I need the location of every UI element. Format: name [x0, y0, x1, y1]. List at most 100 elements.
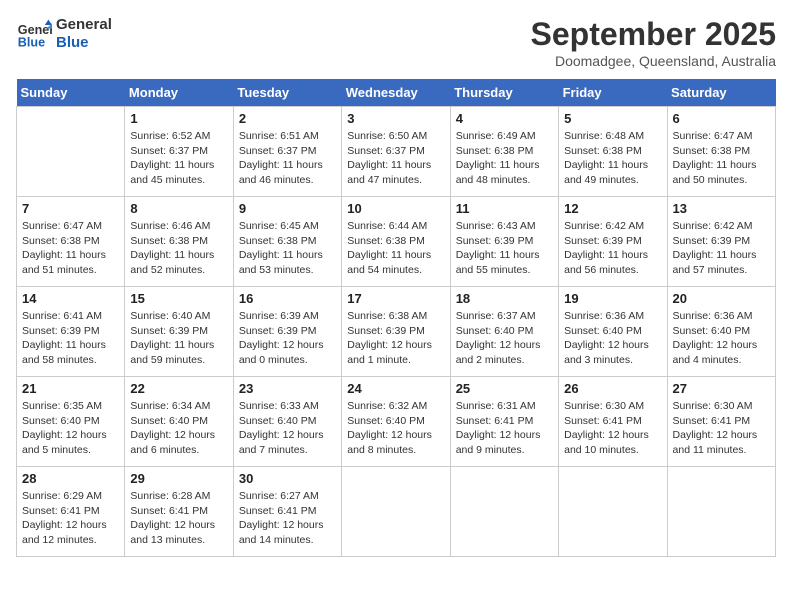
day-number: 2	[239, 111, 336, 126]
cell-info: Sunrise: 6:32 AM Sunset: 6:40 PM Dayligh…	[347, 399, 444, 458]
day-number: 26	[564, 381, 661, 396]
cell-info: Sunrise: 6:51 AM Sunset: 6:37 PM Dayligh…	[239, 129, 336, 188]
calendar-cell: 25 Sunrise: 6:31 AM Sunset: 6:41 PM Dayli…	[450, 377, 558, 467]
location-title: Doomadgee, Queensland, Australia	[531, 53, 776, 69]
day-number: 6	[673, 111, 770, 126]
calendar-cell: 21Sunrise: 6:35 AM Sunset: 6:40 PM Dayli…	[17, 377, 125, 467]
calendar-cell: 3 Sunrise: 6:50 AM Sunset: 6:37 PM Daylig…	[342, 107, 450, 197]
calendar-cell: 14Sunrise: 6:41 AM Sunset: 6:39 PM Dayli…	[17, 287, 125, 377]
cell-info: Sunrise: 6:44 AM Sunset: 6:38 PM Dayligh…	[347, 219, 444, 278]
day-number: 11	[456, 201, 553, 216]
day-number: 27	[673, 381, 770, 396]
day-number: 23	[239, 381, 336, 396]
calendar-cell: 1 Sunrise: 6:52 AM Sunset: 6:37 PM Daylig…	[125, 107, 233, 197]
day-number: 12	[564, 201, 661, 216]
cell-info: Sunrise: 6:47 AM Sunset: 6:38 PM Dayligh…	[22, 219, 119, 278]
day-number: 1	[130, 111, 227, 126]
calendar-week-row: 1 Sunrise: 6:52 AM Sunset: 6:37 PM Daylig…	[17, 107, 776, 197]
calendar-cell: 17 Sunrise: 6:38 AM Sunset: 6:39 PM Dayli…	[342, 287, 450, 377]
cell-info: Sunrise: 6:29 AM Sunset: 6:41 PM Dayligh…	[22, 489, 119, 548]
col-header-thursday: Thursday	[450, 79, 558, 107]
cell-info: Sunrise: 6:33 AM Sunset: 6:40 PM Dayligh…	[239, 399, 336, 458]
calendar-cell: 19 Sunrise: 6:36 AM Sunset: 6:40 PM Dayli…	[559, 287, 667, 377]
calendar-cell	[667, 467, 775, 557]
cell-info: Sunrise: 6:34 AM Sunset: 6:40 PM Dayligh…	[130, 399, 227, 458]
day-number: 5	[564, 111, 661, 126]
calendar-cell: 20Sunrise: 6:36 AM Sunset: 6:40 PM Dayli…	[667, 287, 775, 377]
calendar-cell: 13Sunrise: 6:42 AM Sunset: 6:39 PM Dayli…	[667, 197, 775, 287]
logo-general: General	[56, 16, 112, 34]
cell-info: Sunrise: 6:47 AM Sunset: 6:38 PM Dayligh…	[673, 129, 770, 188]
calendar-cell	[450, 467, 558, 557]
day-number: 3	[347, 111, 444, 126]
calendar-cell	[17, 107, 125, 197]
cell-info: Sunrise: 6:49 AM Sunset: 6:38 PM Dayligh…	[456, 129, 553, 188]
title-area: September 2025 Doomadgee, Queensland, Au…	[531, 16, 776, 69]
logo-icon: General Blue	[16, 16, 52, 52]
cell-info: Sunrise: 6:40 AM Sunset: 6:39 PM Dayligh…	[130, 309, 227, 368]
calendar-cell: 7 Sunrise: 6:47 AM Sunset: 6:38 PM Daylig…	[17, 197, 125, 287]
calendar-cell: 26 Sunrise: 6:30 AM Sunset: 6:41 PM Dayli…	[559, 377, 667, 467]
calendar-cell: 9Sunrise: 6:45 AM Sunset: 6:38 PM Daylig…	[233, 197, 341, 287]
calendar-cell: 28Sunrise: 6:29 AM Sunset: 6:41 PM Dayli…	[17, 467, 125, 557]
day-number: 8	[130, 201, 227, 216]
cell-info: Sunrise: 6:35 AM Sunset: 6:40 PM Dayligh…	[22, 399, 119, 458]
day-number: 13	[673, 201, 770, 216]
cell-info: Sunrise: 6:38 AM Sunset: 6:39 PM Dayligh…	[347, 309, 444, 368]
calendar-cell: 12 Sunrise: 6:42 AM Sunset: 6:39 PM Dayli…	[559, 197, 667, 287]
calendar-cell: 5Sunrise: 6:48 AM Sunset: 6:38 PM Daylig…	[559, 107, 667, 197]
cell-info: Sunrise: 6:52 AM Sunset: 6:37 PM Dayligh…	[130, 129, 227, 188]
calendar-cell: 8 Sunrise: 6:46 AM Sunset: 6:38 PM Daylig…	[125, 197, 233, 287]
calendar-cell: 23 Sunrise: 6:33 AM Sunset: 6:40 PM Dayli…	[233, 377, 341, 467]
col-header-tuesday: Tuesday	[233, 79, 341, 107]
svg-text:Blue: Blue	[18, 36, 45, 50]
calendar-week-row: 7 Sunrise: 6:47 AM Sunset: 6:38 PM Daylig…	[17, 197, 776, 287]
calendar-cell: 15 Sunrise: 6:40 AM Sunset: 6:39 PM Dayli…	[125, 287, 233, 377]
month-title: September 2025	[531, 16, 776, 53]
day-number: 4	[456, 111, 553, 126]
day-number: 16	[239, 291, 336, 306]
day-number: 29	[130, 471, 227, 486]
day-number: 15	[130, 291, 227, 306]
cell-info: Sunrise: 6:50 AM Sunset: 6:37 PM Dayligh…	[347, 129, 444, 188]
cell-info: Sunrise: 6:39 AM Sunset: 6:39 PM Dayligh…	[239, 309, 336, 368]
day-number: 18	[456, 291, 553, 306]
calendar-cell: 2 Sunrise: 6:51 AM Sunset: 6:37 PM Daylig…	[233, 107, 341, 197]
col-header-monday: Monday	[125, 79, 233, 107]
header: General Blue General Blue September 2025…	[16, 16, 776, 69]
cell-info: Sunrise: 6:31 AM Sunset: 6:41 PM Dayligh…	[456, 399, 553, 458]
day-number: 14	[22, 291, 119, 306]
calendar-header-row: SundayMondayTuesdayWednesdayThursdayFrid…	[17, 79, 776, 107]
cell-info: Sunrise: 6:36 AM Sunset: 6:40 PM Dayligh…	[673, 309, 770, 368]
cell-info: Sunrise: 6:46 AM Sunset: 6:38 PM Dayligh…	[130, 219, 227, 278]
day-number: 25	[456, 381, 553, 396]
cell-info: Sunrise: 6:37 AM Sunset: 6:40 PM Dayligh…	[456, 309, 553, 368]
cell-info: Sunrise: 6:30 AM Sunset: 6:41 PM Dayligh…	[673, 399, 770, 458]
calendar-cell: 10 Sunrise: 6:44 AM Sunset: 6:38 PM Dayli…	[342, 197, 450, 287]
cell-info: Sunrise: 6:42 AM Sunset: 6:39 PM Dayligh…	[564, 219, 661, 278]
day-number: 17	[347, 291, 444, 306]
day-number: 22	[130, 381, 227, 396]
logo: General Blue General Blue	[16, 16, 112, 52]
day-number: 10	[347, 201, 444, 216]
calendar-cell: 6 Sunrise: 6:47 AM Sunset: 6:38 PM Daylig…	[667, 107, 775, 197]
logo-blue: Blue	[56, 34, 112, 52]
cell-info: Sunrise: 6:28 AM Sunset: 6:41 PM Dayligh…	[130, 489, 227, 548]
calendar-cell	[342, 467, 450, 557]
calendar-cell: 24Sunrise: 6:32 AM Sunset: 6:40 PM Dayli…	[342, 377, 450, 467]
calendar-cell: 4 Sunrise: 6:49 AM Sunset: 6:38 PM Daylig…	[450, 107, 558, 197]
calendar-table: SundayMondayTuesdayWednesdayThursdayFrid…	[16, 79, 776, 557]
col-header-saturday: Saturday	[667, 79, 775, 107]
calendar-cell: 16 Sunrise: 6:39 AM Sunset: 6:39 PM Dayli…	[233, 287, 341, 377]
calendar-cell	[559, 467, 667, 557]
cell-info: Sunrise: 6:30 AM Sunset: 6:41 PM Dayligh…	[564, 399, 661, 458]
day-number: 19	[564, 291, 661, 306]
cell-info: Sunrise: 6:36 AM Sunset: 6:40 PM Dayligh…	[564, 309, 661, 368]
calendar-cell: 29 Sunrise: 6:28 AM Sunset: 6:41 PM Dayli…	[125, 467, 233, 557]
calendar-week-row: 28Sunrise: 6:29 AM Sunset: 6:41 PM Dayli…	[17, 467, 776, 557]
calendar-cell: 22 Sunrise: 6:34 AM Sunset: 6:40 PM Dayli…	[125, 377, 233, 467]
calendar-cell: 18 Sunrise: 6:37 AM Sunset: 6:40 PM Dayli…	[450, 287, 558, 377]
col-header-wednesday: Wednesday	[342, 79, 450, 107]
cell-info: Sunrise: 6:43 AM Sunset: 6:39 PM Dayligh…	[456, 219, 553, 278]
day-number: 7	[22, 201, 119, 216]
